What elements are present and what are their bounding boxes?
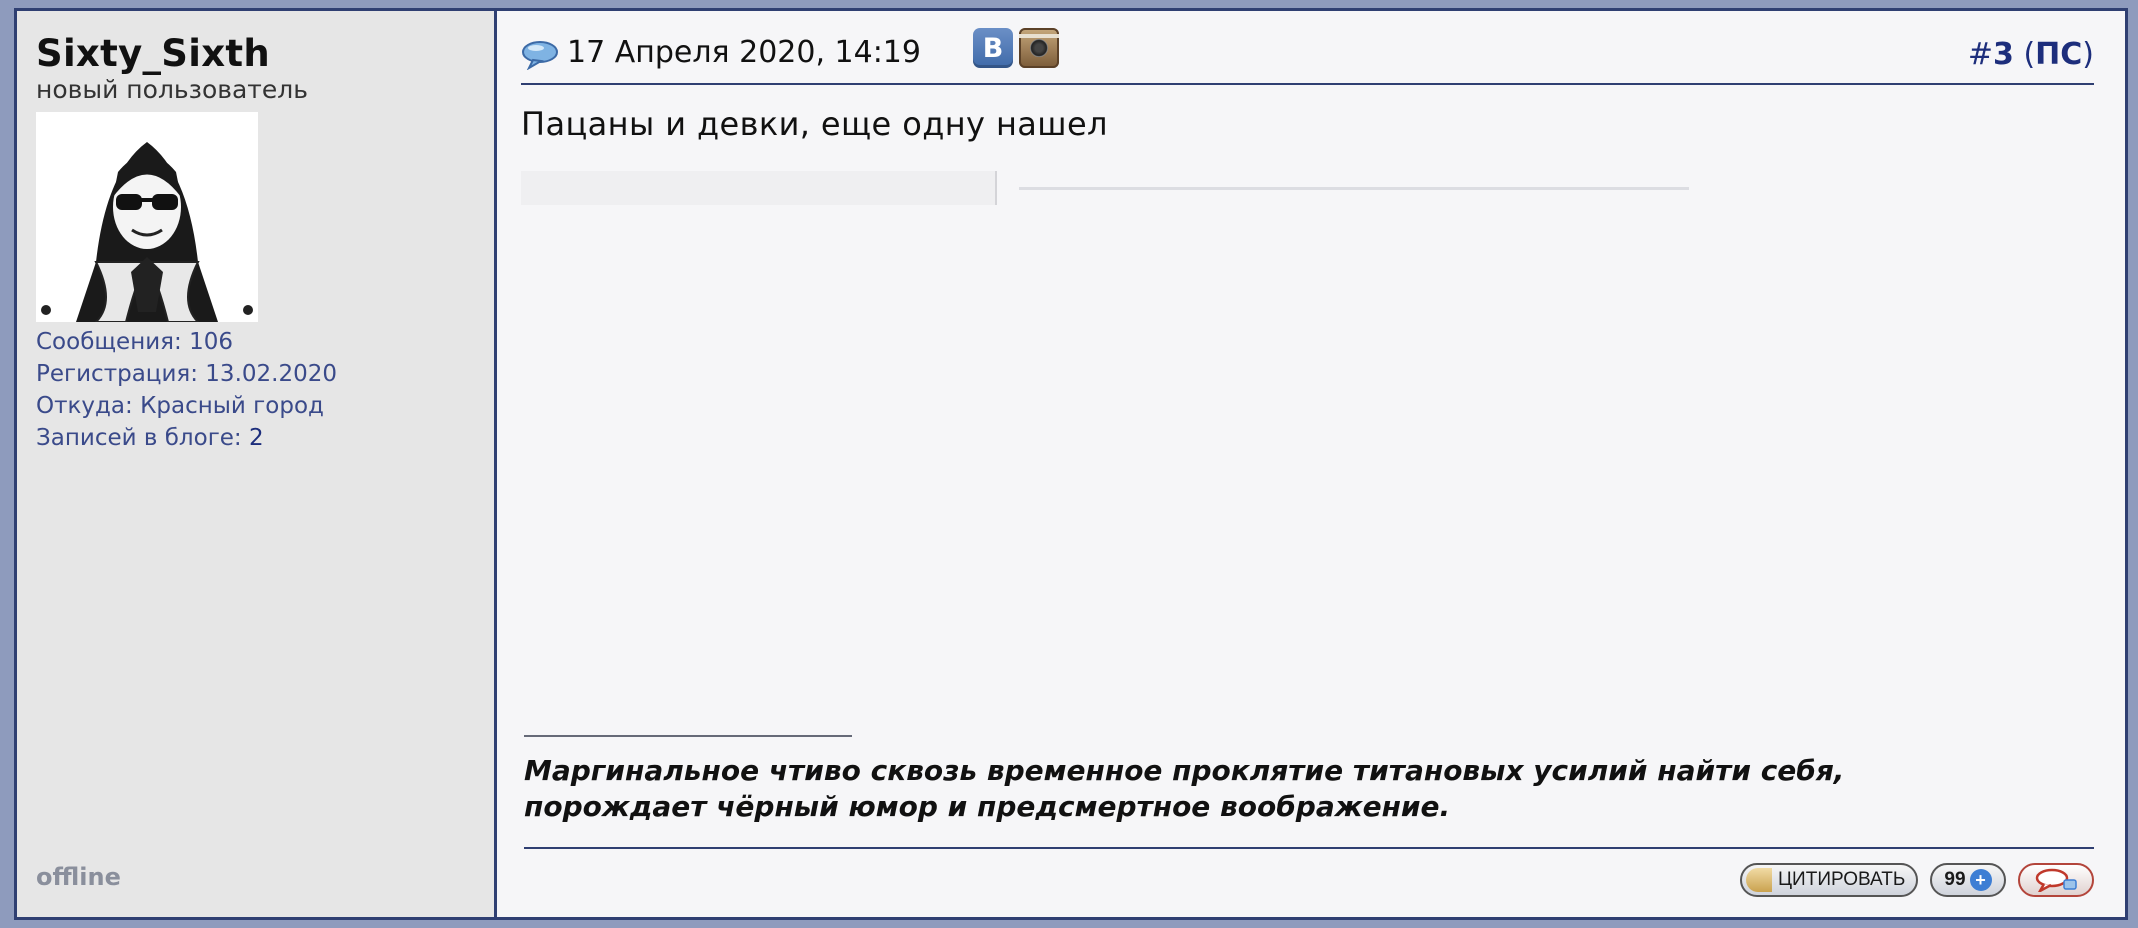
stat-posts: Сообщения: 106 [36,329,233,355]
quick-reply-button[interactable] [2018,863,2094,897]
stat-location: Откуда: Красный город [36,393,324,419]
online-status: offline [36,863,121,891]
reply-bubble-icon [2035,868,2077,892]
vk-icon[interactable]: B [972,28,1013,68]
blog-count-link[interactable]: 2 [249,425,264,451]
user-signature: Маргинальное чтиво сквозь временное прок… [524,754,1845,823]
post-footer-divider [524,847,2094,849]
post-number: #3 (ПС) [1967,37,2094,72]
forum-post: Sixty_Sixth новый пользователь Сообщения… [14,8,2128,920]
quote-marks-icon: 99 [1944,869,1966,890]
post-header: 17 Апреля 2020, 14:19 B #3 (ПС) [521,21,2094,85]
signature-divider [524,735,852,737]
stat-blog: Записей в блоге: 2 [36,425,264,451]
avatar[interactable] [36,112,258,322]
post-message: Пацаны и девки, еще одну нашел [521,105,1108,143]
embed-frame [521,171,997,205]
speech-bubble-icon [522,41,558,70]
user-title: новый пользователь [36,75,308,104]
quote-button-icon [1746,868,1772,892]
embed-bar [1019,187,1689,190]
ps-link[interactable]: ПС [2035,37,2082,72]
post-actions: ЦИТИРОВАТЬ 99 + [1740,863,2094,897]
username-link[interactable]: Sixty_Sixth [36,31,494,77]
multiquote-button[interactable]: 99 + [1930,863,2006,897]
social-links: B [972,28,1059,68]
embedded-media-placeholder [521,171,2094,211]
user-info-panel: Sixty_Sixth новый пользователь Сообщения… [17,11,497,917]
post-number-link[interactable]: 3 [1993,37,2014,72]
plus-icon: + [1969,869,1992,891]
quote-button[interactable]: ЦИТИРОВАТЬ [1740,863,1918,897]
user-stats: Сообщения: 106 Регистрация: 13.02.2020 О… [36,326,494,454]
stat-registration: Регистрация: 13.02.2020 [36,361,337,387]
instagram-icon[interactable] [1018,28,1059,68]
post-date: 17 Апреля 2020, 14:19 [567,34,921,70]
